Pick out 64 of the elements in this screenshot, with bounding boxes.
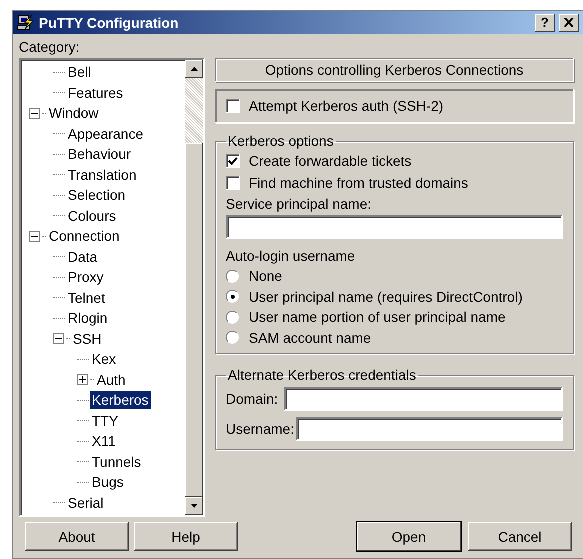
tree-item[interactable]: Kerberos bbox=[90, 391, 151, 410]
tree-item[interactable]: SSH bbox=[71, 330, 104, 348]
group-title: Alternate Kerberos credentials bbox=[227, 367, 418, 383]
radio-button[interactable] bbox=[226, 310, 239, 324]
tree-item[interactable]: Bugs bbox=[90, 473, 126, 492]
tree-item[interactable]: Translation bbox=[66, 166, 139, 184]
dialog-button[interactable]: Cancel bbox=[468, 522, 572, 551]
window-title: PuTTY Configuration bbox=[39, 14, 180, 30]
tree-item[interactable]: Behaviour bbox=[66, 145, 134, 164]
tree-item[interactable]: Telnet bbox=[66, 288, 108, 307]
checkbox[interactable] bbox=[226, 154, 240, 168]
expand-icon[interactable] bbox=[77, 374, 88, 386]
tree-item[interactable]: Window bbox=[47, 104, 101, 122]
close-button[interactable] bbox=[559, 14, 579, 32]
tree-item[interactable]: Tunnels bbox=[90, 452, 144, 471]
radio-button[interactable] bbox=[226, 290, 239, 304]
collapse-icon[interactable] bbox=[29, 108, 40, 119]
radio-label: SAM account name bbox=[249, 328, 372, 347]
tree-item[interactable]: Kex bbox=[90, 350, 118, 368]
field-label: Username: bbox=[226, 421, 294, 437]
help-button[interactable]: ? bbox=[535, 14, 555, 32]
category-label: Category: bbox=[19, 38, 81, 56]
tree-item[interactable]: Bell bbox=[66, 63, 94, 82]
radio-label: User principal name (requires DirectControl) bbox=[249, 288, 523, 306]
tree-item[interactable]: Connection bbox=[47, 227, 122, 246]
radio-label: None bbox=[249, 267, 282, 286]
computer-icon bbox=[17, 14, 35, 32]
tree-item[interactable]: Features bbox=[66, 84, 126, 102]
field-label: Service principal name: bbox=[226, 195, 373, 213]
checkbox-label: Create forwardable tickets bbox=[249, 152, 412, 170]
close-icon bbox=[564, 18, 574, 27]
check-icon bbox=[228, 156, 238, 166]
tree-item[interactable]: Proxy bbox=[66, 268, 106, 286]
tree-item[interactable]: Rlogin bbox=[66, 309, 110, 328]
checkbox[interactable] bbox=[226, 99, 240, 113]
checkbox[interactable] bbox=[226, 176, 240, 190]
tree-item[interactable]: X11 bbox=[90, 432, 118, 450]
section-label: Auto-login username bbox=[226, 247, 356, 265]
checkbox-label: Attempt Kerberos auth (SSH-2) bbox=[249, 97, 444, 115]
tree-item[interactable]: Serial bbox=[66, 494, 106, 512]
tree-item[interactable]: TTY bbox=[90, 412, 120, 430]
input-field[interactable] bbox=[296, 417, 563, 441]
input-field[interactable] bbox=[284, 387, 563, 411]
radio-button[interactable] bbox=[226, 331, 239, 344]
up-arrow-icon[interactable] bbox=[190, 67, 198, 71]
input-field[interactable] bbox=[226, 215, 563, 239]
down-arrow-icon[interactable] bbox=[190, 504, 198, 508]
scrollbar[interactable] bbox=[185, 60, 203, 515]
tree-item[interactable]: Colours bbox=[66, 206, 118, 225]
checkbox-label: Find machine from trusted domains bbox=[249, 174, 468, 192]
radio-button[interactable] bbox=[226, 270, 239, 283]
dialog-button[interactable]: About bbox=[25, 522, 129, 551]
tree-item[interactable]: Selection bbox=[66, 186, 128, 204]
collapse-icon[interactable] bbox=[29, 230, 40, 242]
group-title: Kerberos options bbox=[227, 133, 335, 149]
dialog-button[interactable]: Help bbox=[134, 522, 238, 551]
field-label: Domain: bbox=[226, 391, 280, 407]
radio-label: User name portion of user principal name bbox=[249, 308, 506, 326]
tree-item[interactable]: Auth bbox=[95, 370, 128, 389]
panel-title: Options controlling Kerberos Connections bbox=[265, 61, 524, 79]
tree-item[interactable]: Data bbox=[66, 248, 100, 266]
collapse-icon[interactable] bbox=[53, 333, 64, 344]
dialog-button[interactable]: Open bbox=[357, 522, 461, 551]
tree-item[interactable]: Appearance bbox=[66, 124, 146, 143]
